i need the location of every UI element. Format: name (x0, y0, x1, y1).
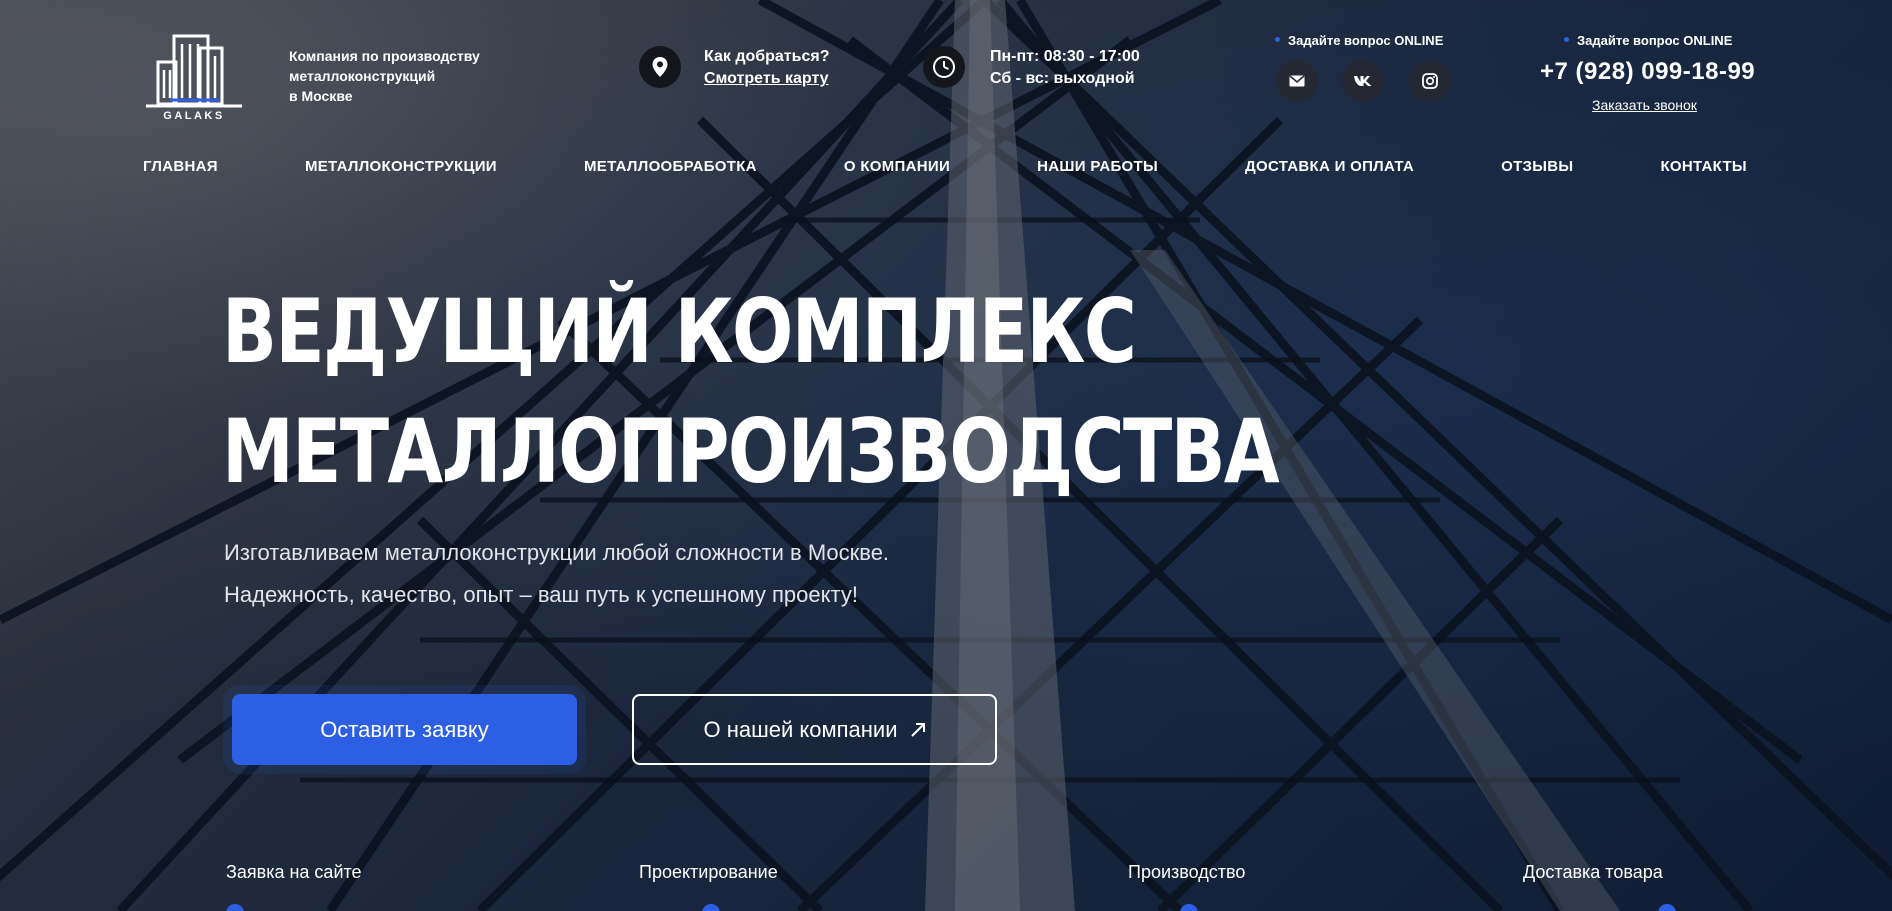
arrow-up-right-icon (910, 722, 925, 737)
logo-text: GALAKS (163, 110, 225, 122)
step-label: Заявка на сайте (226, 862, 362, 882)
vk-icon[interactable] (1342, 60, 1384, 102)
hours-weekend: Сб - вс: выходной (990, 70, 1135, 87)
submit-request-button[interactable]: Оставить заявку (232, 694, 577, 765)
mail-icon[interactable] (1276, 60, 1318, 102)
main-navigation: ГЛАВНАЯ МЕТАЛЛОКОНСТРУКЦИИ МЕТАЛЛООБРАБО… (143, 158, 1747, 175)
online-dot (1275, 37, 1280, 42)
nav-item-our-works[interactable]: НАШИ РАБОТЫ (1037, 158, 1158, 175)
ask-online-bold: ONLINE (1683, 33, 1733, 48)
location-info: Как добраться? Смотреть карту (704, 46, 829, 90)
ask-online-prefix: Задайте вопрос (1288, 33, 1391, 48)
step-label: Проектирование (639, 862, 778, 882)
ask-online-prefix: Задайте вопрос (1577, 33, 1680, 48)
company-tagline: Компания по производству металлоконструк… (289, 46, 489, 106)
ask-online-label: Задайте вопрос ONLINE (1275, 33, 1443, 48)
tagline-line: в Москве (289, 88, 353, 104)
nav-item-reviews[interactable]: ОТЗЫВЫ (1501, 158, 1573, 175)
hero-subtitle: Изготавливаем металлоконструкции любой с… (224, 532, 889, 616)
nav-item-metal-structures[interactable]: МЕТАЛЛОКОНСТРУКЦИИ (305, 158, 497, 175)
process-steps: Заявка на сайте Проектирование Производс… (0, 862, 1892, 911)
view-map-link[interactable]: Смотреть карту (704, 68, 829, 90)
clock-icon (923, 46, 965, 88)
hero-title-line: ВЕДУЩИЙ КОМПЛЕКС (222, 280, 1137, 383)
step-label: Производство (1128, 862, 1246, 882)
instagram-icon[interactable] (1409, 60, 1451, 102)
tagline-line: Компания по производству (289, 48, 480, 64)
request-callback-link[interactable]: Заказать звонок (1592, 97, 1697, 113)
location-title: Как добраться? (704, 48, 830, 65)
phone-number[interactable]: +7 (928) 099-18-99 (1540, 58, 1755, 86)
nav-item-delivery-payment[interactable]: ДОСТАВКА И ОПЛАТА (1245, 158, 1414, 175)
working-hours: Пн-пт: 08:30 - 17:00 Сб - вс: выходной (990, 46, 1140, 90)
nav-item-about[interactable]: О КОМПАНИИ (844, 158, 950, 175)
ask-online-label: Задайте вопрос ONLINE (1564, 33, 1732, 48)
hours-weekdays: Пн-пт: 08:30 - 17:00 (990, 48, 1140, 65)
online-dot (1564, 37, 1569, 42)
hero-title-line: МЕТАЛЛОПРОИЗВОДСТВА (222, 400, 1280, 503)
logo[interactable]: GALAKS (142, 28, 246, 124)
site-header: GALAKS Компания по производству металлок… (0, 0, 1892, 150)
tagline-line: металлоконструкций (289, 68, 436, 84)
building-logo-icon (146, 34, 242, 108)
hero-subtitle-line: Надежность, качество, опыт – ваш путь к … (224, 582, 858, 607)
about-company-label: О нашей компании (703, 716, 898, 742)
nav-item-contacts[interactable]: КОНТАКТЫ (1660, 158, 1746, 175)
hero-title: ВЕДУЩИЙ КОМПЛЕКС МЕТАЛЛОПРОИЗВОДСТВА (222, 272, 1280, 512)
location-pin-icon (639, 46, 681, 88)
nav-item-metal-processing[interactable]: МЕТАЛЛООБРАБОТКА (584, 158, 757, 175)
hero-subtitle-line: Изготавливаем металлоконструкции любой с… (224, 540, 890, 565)
ask-online-bold: ONLINE (1394, 33, 1444, 48)
nav-item-home[interactable]: ГЛАВНАЯ (143, 158, 218, 175)
step-label: Доставка товара (1523, 862, 1663, 882)
about-company-button[interactable]: О нашей компании (632, 694, 997, 765)
